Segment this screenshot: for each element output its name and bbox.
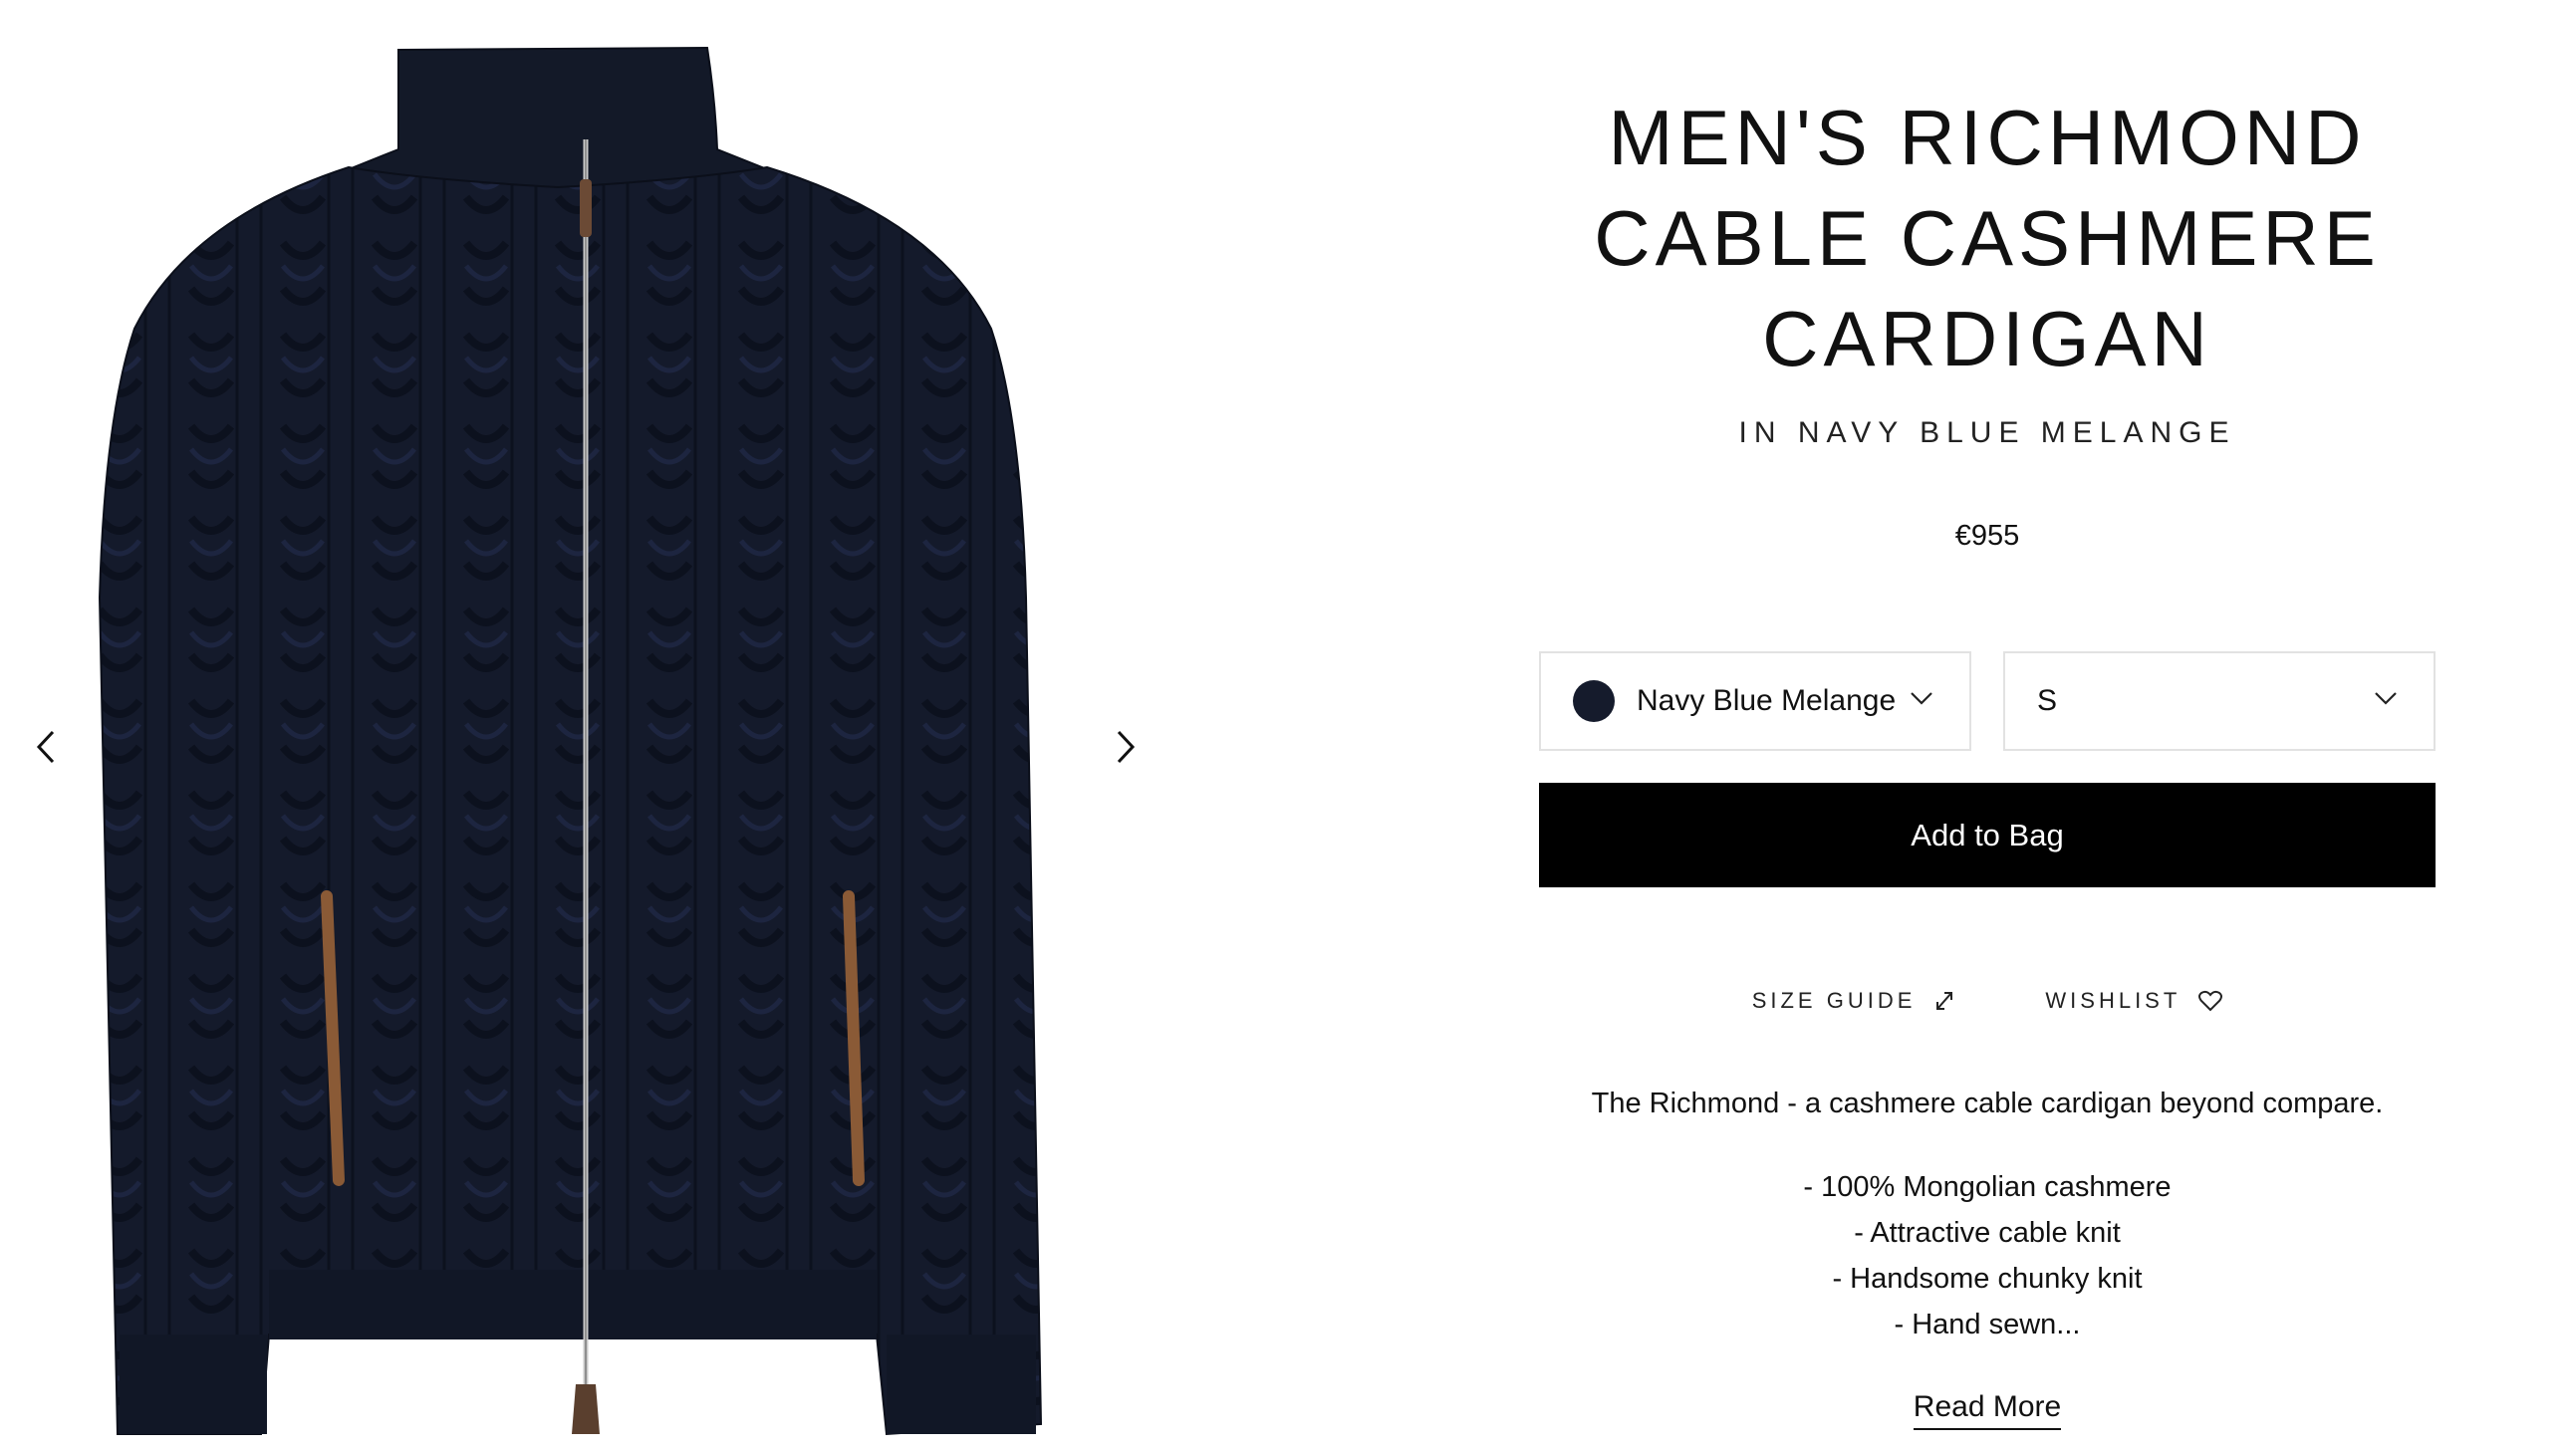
size-guide-link[interactable]: SIZE GUIDE xyxy=(1752,988,1956,1014)
color-swatch xyxy=(1573,680,1615,722)
product-gallery xyxy=(0,0,1165,1456)
chevron-down-icon xyxy=(1911,692,1932,705)
product-title-line: CARDIGAN xyxy=(1762,295,2212,382)
secondary-actions: SIZE GUIDE WISHLIST xyxy=(1539,976,2436,1026)
chevron-left-icon xyxy=(36,730,55,764)
color-select[interactable]: Navy Blue Melange xyxy=(1539,651,1971,751)
chevron-right-icon xyxy=(1117,730,1136,764)
read-more-row: Read More xyxy=(1539,1390,2436,1430)
product-color-subtitle: IN NAVY BLUE MELANGE xyxy=(1738,416,2236,449)
size-select[interactable]: S xyxy=(2003,651,2436,751)
add-to-bag-button[interactable]: Add to Bag xyxy=(1539,783,2436,887)
feature-item: - Hand sewn... xyxy=(1894,1309,2081,1340)
heart-icon xyxy=(2198,990,2223,1012)
product-description: The Richmond - a cashmere cable cardigan… xyxy=(1591,1088,2384,1119)
product-page: MEN'S RICHMOND CABLE CASHMERE CARDIGAN I… xyxy=(0,0,2568,1456)
product-title: MEN'S RICHMOND CABLE CASHMERE CARDIGAN xyxy=(1539,88,2436,389)
product-title-line: CABLE CASHMERE xyxy=(1594,194,2381,282)
gallery-next-button[interactable] xyxy=(1096,712,1156,782)
color-select-value: Navy Blue Melange xyxy=(1637,684,1897,717)
expand-icon xyxy=(1936,992,1953,1010)
wishlist-link[interactable]: WISHLIST xyxy=(2045,988,2223,1014)
feature-item: - Attractive cable knit xyxy=(1854,1217,2121,1249)
gallery-prev-button[interactable] xyxy=(16,712,76,782)
product-image xyxy=(98,46,1043,1436)
product-price: €955 xyxy=(1954,520,2020,552)
wishlist-label: WISHLIST xyxy=(2045,988,2182,1013)
feature-item: - Handsome chunky knit xyxy=(1832,1263,2143,1295)
read-more-link[interactable]: Read More xyxy=(1913,1390,2062,1430)
product-info: MEN'S RICHMOND CABLE CASHMERE CARDIGAN I… xyxy=(1539,0,2436,1456)
product-title-line: MEN'S RICHMOND xyxy=(1608,94,2367,181)
size-select-value: S xyxy=(2037,684,2058,717)
chevron-down-icon xyxy=(2375,692,2397,705)
product-features-list: - 100% Mongolian cashmere - Attractive c… xyxy=(1539,1164,2436,1347)
feature-item: - 100% Mongolian cashmere xyxy=(1803,1171,2172,1203)
size-guide-label: SIZE GUIDE xyxy=(1751,988,1917,1013)
